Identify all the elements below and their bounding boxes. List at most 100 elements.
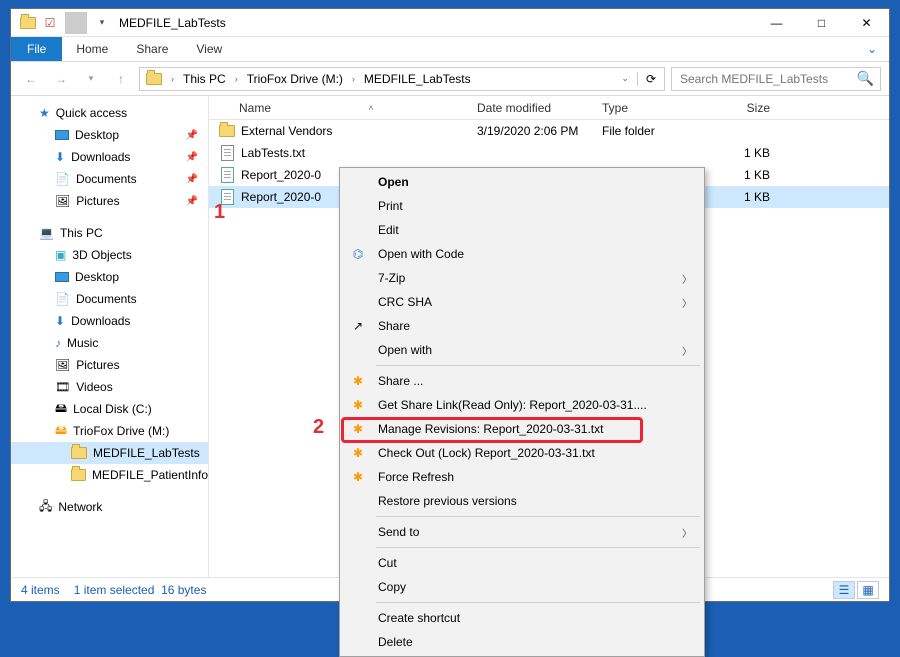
tree-medfile-labtests[interactable]: MEDFILE_LabTests: [11, 442, 208, 464]
ctx-crcsha[interactable]: CRC SHA〉: [342, 290, 702, 314]
ctx-force-refresh[interactable]: ✱Force Refresh: [342, 465, 702, 489]
pin-icon: 📌: [186, 196, 198, 207]
tree-videos[interactable]: 🎞Videos: [11, 376, 208, 398]
chevron-right-icon[interactable]: ›: [349, 74, 358, 84]
nav-tree[interactable]: ★Quick access Desktop📌 ⬇Downloads📌 📄Docu…: [11, 96, 209, 577]
ctx-copy[interactable]: Copy: [342, 575, 702, 599]
ctx-cut[interactable]: Cut: [342, 551, 702, 575]
search-input[interactable]: 🔍: [671, 67, 881, 91]
col-size[interactable]: Size: [704, 101, 784, 115]
maximize-button[interactable]: □: [799, 9, 844, 37]
qat-properties-icon[interactable]: ☑: [39, 12, 61, 34]
tree-documents2[interactable]: 📄Documents: [11, 288, 208, 310]
breadcrumb-segment[interactable]: This PC: [177, 68, 232, 90]
ctx-get-share-link[interactable]: ✱Get Share Link(Read Only): Report_2020-…: [342, 393, 702, 417]
col-name[interactable]: Name˄: [209, 101, 467, 115]
title-bar: ☑ ▾ MEDFILE_LabTests — □ ✕: [11, 9, 889, 37]
col-type[interactable]: Type: [592, 101, 704, 115]
search-icon[interactable]: 🔍: [857, 70, 874, 87]
drive-icon: 🖴: [55, 399, 67, 420]
ctx-send-to[interactable]: Send to〉: [342, 520, 702, 544]
network-icon: 🖧: [39, 497, 52, 518]
folder-icon: [219, 125, 235, 137]
view-details-button[interactable]: ☰: [833, 581, 855, 599]
share-icon: ↗: [350, 318, 366, 334]
tree-desktop[interactable]: Desktop📌: [11, 124, 208, 146]
minimize-button[interactable]: —: [754, 9, 799, 37]
search-field[interactable]: [678, 71, 857, 87]
ctx-open[interactable]: Open: [342, 170, 702, 194]
pictures-icon: 🖼: [55, 194, 70, 208]
chevron-right-icon: 〉: [682, 525, 692, 540]
ctx-create-shortcut[interactable]: Create shortcut: [342, 606, 702, 630]
table-row[interactable]: External Vendors 3/19/2020 2:06 PM File …: [209, 120, 889, 142]
ctx-open-with-code[interactable]: ⌬Open with Code: [342, 242, 702, 266]
triofox-icon: ✱: [350, 469, 366, 485]
tree-this-pc[interactable]: 💻This PC: [11, 222, 208, 244]
ctx-open-with[interactable]: Open with〉: [342, 338, 702, 362]
nav-up-button[interactable]: ↑: [109, 67, 133, 91]
desktop-icon: [55, 130, 69, 140]
ctx-print[interactable]: Print: [342, 194, 702, 218]
tab-view[interactable]: View: [182, 37, 236, 61]
chevron-right-icon[interactable]: ›: [232, 74, 241, 84]
downloads-icon: ⬇: [55, 314, 65, 328]
app-icon: [17, 12, 39, 34]
nav-forward-button[interactable]: →: [49, 67, 73, 91]
close-button[interactable]: ✕: [844, 9, 889, 37]
tree-quick-access[interactable]: ★Quick access: [11, 102, 208, 124]
breadcrumb-segment[interactable]: TrioFox Drive (M:): [241, 68, 349, 90]
tree-downloads[interactable]: ⬇Downloads📌: [11, 146, 208, 168]
nav-history-dropdown[interactable]: ▾: [79, 67, 103, 91]
chevron-right-icon: 〉: [682, 295, 692, 310]
callout-1: 1: [214, 201, 225, 224]
ctx-7zip[interactable]: 7-Zip〉: [342, 266, 702, 290]
ctx-share2[interactable]: ✱Share ...: [342, 369, 702, 393]
ctx-delete[interactable]: Delete: [342, 630, 702, 654]
desktop-icon: [55, 272, 69, 282]
callout-highlight: [341, 417, 643, 443]
view-large-icons-button[interactable]: ▦: [857, 581, 879, 599]
tree-network[interactable]: 🖧Network: [11, 496, 208, 518]
breadcrumb-segment[interactable]: MEDFILE_LabTests: [358, 68, 477, 90]
star-icon: ★: [39, 106, 50, 120]
qat-dropdown-icon[interactable]: ▾: [91, 12, 113, 34]
callout-2: 2: [313, 416, 324, 439]
tree-music[interactable]: ♪Music: [11, 332, 208, 354]
tree-pictures2[interactable]: 🖼Pictures: [11, 354, 208, 376]
chevron-right-icon: 〉: [682, 343, 692, 358]
drive-icon: 🖴: [55, 421, 67, 442]
status-item-count: 4 items: [21, 583, 60, 597]
tree-desktop2[interactable]: Desktop: [11, 266, 208, 288]
chevron-right-icon[interactable]: ›: [168, 74, 177, 84]
ribbon-expand-icon[interactable]: ⌄: [855, 37, 889, 61]
pin-icon: 📌: [186, 130, 198, 141]
nav-back-button[interactable]: ←: [19, 67, 43, 91]
tree-pictures[interactable]: 🖼Pictures📌: [11, 190, 208, 212]
triofox-icon: ✱: [350, 397, 366, 413]
tree-3d-objects[interactable]: ▣3D Objects: [11, 244, 208, 266]
col-date[interactable]: Date modified: [467, 101, 592, 115]
ctx-share[interactable]: ↗Share: [342, 314, 702, 338]
column-headers: Name˄ Date modified Type Size: [209, 96, 889, 120]
folder-icon: [146, 73, 162, 85]
tree-medfile-patientinfo[interactable]: MEDFILE_PatientInfo: [11, 464, 208, 486]
breadcrumb[interactable]: › This PC › TrioFox Drive (M:) › MEDFILE…: [139, 67, 665, 91]
pictures-icon: 🖼: [55, 358, 70, 372]
address-dropdown-icon[interactable]: ⌄: [613, 73, 637, 84]
tab-home[interactable]: Home: [62, 37, 122, 61]
cube-icon: ▣: [55, 248, 66, 262]
refresh-button[interactable]: ⟳: [637, 72, 664, 86]
tree-triofox-drive[interactable]: 🖴TrioFox Drive (M:): [11, 420, 208, 442]
ctx-edit[interactable]: Edit: [342, 218, 702, 242]
ctx-restore-previous[interactable]: Restore previous versions: [342, 489, 702, 513]
tree-downloads2[interactable]: ⬇Downloads: [11, 310, 208, 332]
ctx-check-out-lock[interactable]: ✱Check Out (Lock) Report_2020-03-31.txt: [342, 441, 702, 465]
tree-documents[interactable]: 📄Documents📌: [11, 168, 208, 190]
tab-share[interactable]: Share: [122, 37, 182, 61]
tree-local-disk[interactable]: 🖴Local Disk (C:): [11, 398, 208, 420]
table-row[interactable]: LabTests.txt 1 KB: [209, 142, 889, 164]
pc-icon: 💻: [39, 226, 54, 240]
downloads-icon: ⬇: [55, 150, 65, 164]
tab-file[interactable]: File: [11, 37, 62, 61]
